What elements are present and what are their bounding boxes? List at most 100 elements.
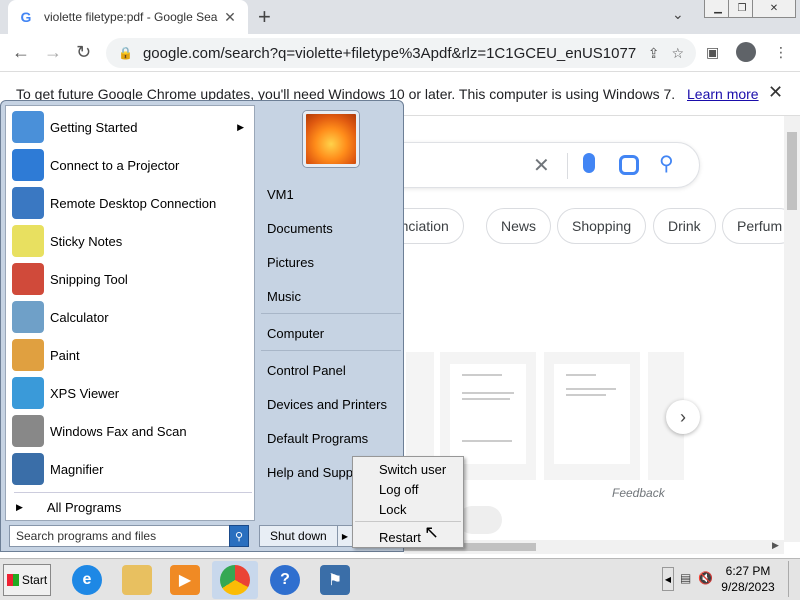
tray-expand-icon[interactable]: ◀: [662, 567, 674, 591]
program-label: Getting Started: [50, 119, 138, 135]
menu-item-switch-user[interactable]: Switch user: [379, 462, 446, 477]
taskbar-help[interactable]: ?: [262, 561, 308, 599]
google-lens-icon[interactable]: [619, 155, 639, 175]
clear-search-icon[interactable]: ✕: [533, 153, 550, 178]
learn-more-link[interactable]: Learn more: [687, 86, 759, 102]
submenu-arrow-icon[interactable]: ▶: [237, 122, 244, 133]
action-center-flag-icon: ⚑: [320, 565, 350, 595]
taskbar-media-player[interactable]: ▶: [162, 561, 208, 599]
program-item[interactable]: Remote Desktop Connection: [12, 186, 252, 220]
url-text[interactable]: google.com/search?q=violette+filetype%3A…: [143, 45, 636, 62]
clock[interactable]: 6:27 PM 9/28/2023: [716, 563, 780, 595]
right-item-help-support[interactable]: Help and Suppo: [267, 465, 360, 480]
all-programs-divider: [14, 492, 252, 493]
program-label: Magnifier: [50, 461, 104, 477]
close-tab-icon[interactable]: ✕: [222, 9, 238, 26]
mouse-cursor-icon: ↖: [424, 522, 440, 542]
help-icon: ?: [270, 565, 300, 595]
chip-news[interactable]: News: [486, 208, 552, 244]
search-divider: [567, 153, 568, 179]
magnifier-icon: [12, 453, 44, 485]
internet-explorer-icon: e: [72, 565, 102, 595]
all-programs-label: All Programs: [46, 500, 122, 515]
microphone-icon[interactable]: [583, 153, 595, 173]
right-item-computer[interactable]: Computer: [267, 326, 324, 341]
start-menu: ▶ All Programs Getting Started ▶ Connect t…: [0, 100, 404, 552]
chip-shopping[interactable]: Shopping: [557, 208, 647, 244]
program-item[interactable]: Sticky Notes: [12, 224, 252, 258]
network-icon[interactable]: ▤: [680, 571, 691, 585]
program-item[interactable]: Connect to a Projector: [12, 148, 252, 182]
program-item[interactable]: Calculator: [12, 300, 252, 334]
taskbar-chrome[interactable]: [212, 561, 258, 599]
start-search-input[interactable]: Search programs and files: [9, 525, 249, 547]
menu-item-restart[interactable]: Restart: [379, 530, 421, 545]
windows-flag-icon: [6, 574, 19, 586]
tab-title: violette filetype:pdf - Google Sea: [44, 10, 218, 24]
image-result-thumb[interactable]: [544, 352, 640, 480]
infobar-close-icon[interactable]: ✕: [768, 82, 783, 103]
share-icon[interactable]: ⇪: [648, 45, 660, 62]
right-pane-divider: [261, 313, 401, 314]
bookmark-star-icon[interactable]: ☆: [671, 45, 684, 62]
paint-icon: [12, 339, 44, 371]
window-close-button[interactable]: ✕: [752, 0, 796, 18]
program-item[interactable]: Magnifier: [12, 452, 252, 486]
all-programs-button[interactable]: ▶ All Programs: [16, 500, 121, 515]
shutdown-options-arrow-icon[interactable]: ▶: [337, 525, 353, 547]
start-label: Start: [21, 573, 48, 587]
program-label: Paint: [50, 347, 80, 363]
program-item[interactable]: Windows Fax and Scan: [12, 414, 252, 448]
chrome-menu-icon[interactable]: ⋮: [774, 44, 788, 61]
expand-arrow-icon: ▶: [16, 502, 23, 512]
forward-icon[interactable]: →: [44, 42, 62, 63]
right-item-default-programs[interactable]: Default Programs: [267, 431, 368, 446]
chip-perfume[interactable]: Perfum: [722, 208, 784, 244]
program-label: Snipping Tool: [50, 271, 128, 287]
menu-item-lock[interactable]: Lock: [379, 502, 406, 517]
program-label: Connect to a Projector: [50, 157, 180, 173]
pdf-page-preview: [554, 364, 630, 464]
tab-search-chevron-icon[interactable]: ⌄: [672, 6, 684, 23]
address-bar[interactable]: 🔒 google.com/search?q=violette+filetype%…: [106, 38, 696, 68]
search-icon[interactable]: ⚲: [659, 151, 674, 176]
right-item-documents[interactable]: Documents: [267, 221, 333, 236]
program-item[interactable]: Snipping Tool: [12, 262, 252, 296]
profile-avatar-icon[interactable]: [736, 42, 756, 62]
start-search-icon[interactable]: ⚲: [229, 525, 249, 547]
show-desktop-button[interactable]: [788, 561, 798, 597]
vertical-scrollbar[interactable]: [784, 116, 800, 542]
program-label: Remote Desktop Connection: [50, 195, 217, 211]
carousel-next-icon[interactable]: ›: [666, 400, 700, 434]
taskbar-action-center[interactable]: ⚑: [312, 561, 358, 599]
program-item[interactable]: XPS Viewer: [12, 376, 252, 410]
feedback-link[interactable]: Feedback: [612, 486, 665, 500]
side-panel-icon[interactable]: ▣: [706, 44, 719, 61]
chip-drink[interactable]: Drink: [653, 208, 716, 244]
scroll-right-icon[interactable]: ▶: [772, 540, 779, 551]
right-item-music[interactable]: Music: [267, 289, 301, 304]
browser-tab[interactable]: G violette filetype:pdf - Google Sea ✕: [8, 0, 248, 34]
more-results-pill[interactable]: [458, 506, 502, 534]
volume-muted-icon[interactable]: 🔇: [698, 571, 713, 585]
right-item-vm1[interactable]: VM1: [267, 187, 294, 202]
program-item[interactable]: Paint: [12, 338, 252, 372]
getting-started-icon: [12, 111, 44, 143]
reload-icon[interactable]: ↻: [76, 42, 91, 63]
vertical-scroll-thumb[interactable]: [787, 132, 797, 210]
new-tab-icon[interactable]: +: [258, 4, 271, 30]
right-item-devices-printers[interactable]: Devices and Printers: [267, 397, 387, 412]
start-button[interactable]: Start: [3, 564, 51, 596]
user-picture[interactable]: [303, 111, 359, 167]
google-search-box[interactable]: ✕ ⚲: [360, 142, 700, 188]
lock-icon[interactable]: 🔒: [118, 46, 133, 60]
taskbar-internet-explorer[interactable]: e: [64, 561, 110, 599]
back-icon[interactable]: ←: [12, 42, 30, 63]
taskbar-explorer[interactable]: [114, 561, 160, 599]
right-item-pictures[interactable]: Pictures: [267, 255, 314, 270]
menu-item-log-off[interactable]: Log off: [379, 482, 419, 497]
programs-pane: ▶ All Programs Getting Started ▶ Connect t…: [5, 105, 255, 521]
right-item-control-panel[interactable]: Control Panel: [267, 363, 346, 378]
program-item[interactable]: Getting Started ▶: [12, 110, 252, 144]
tab-strip: G violette filetype:pdf - Google Sea ✕ +…: [0, 0, 800, 34]
